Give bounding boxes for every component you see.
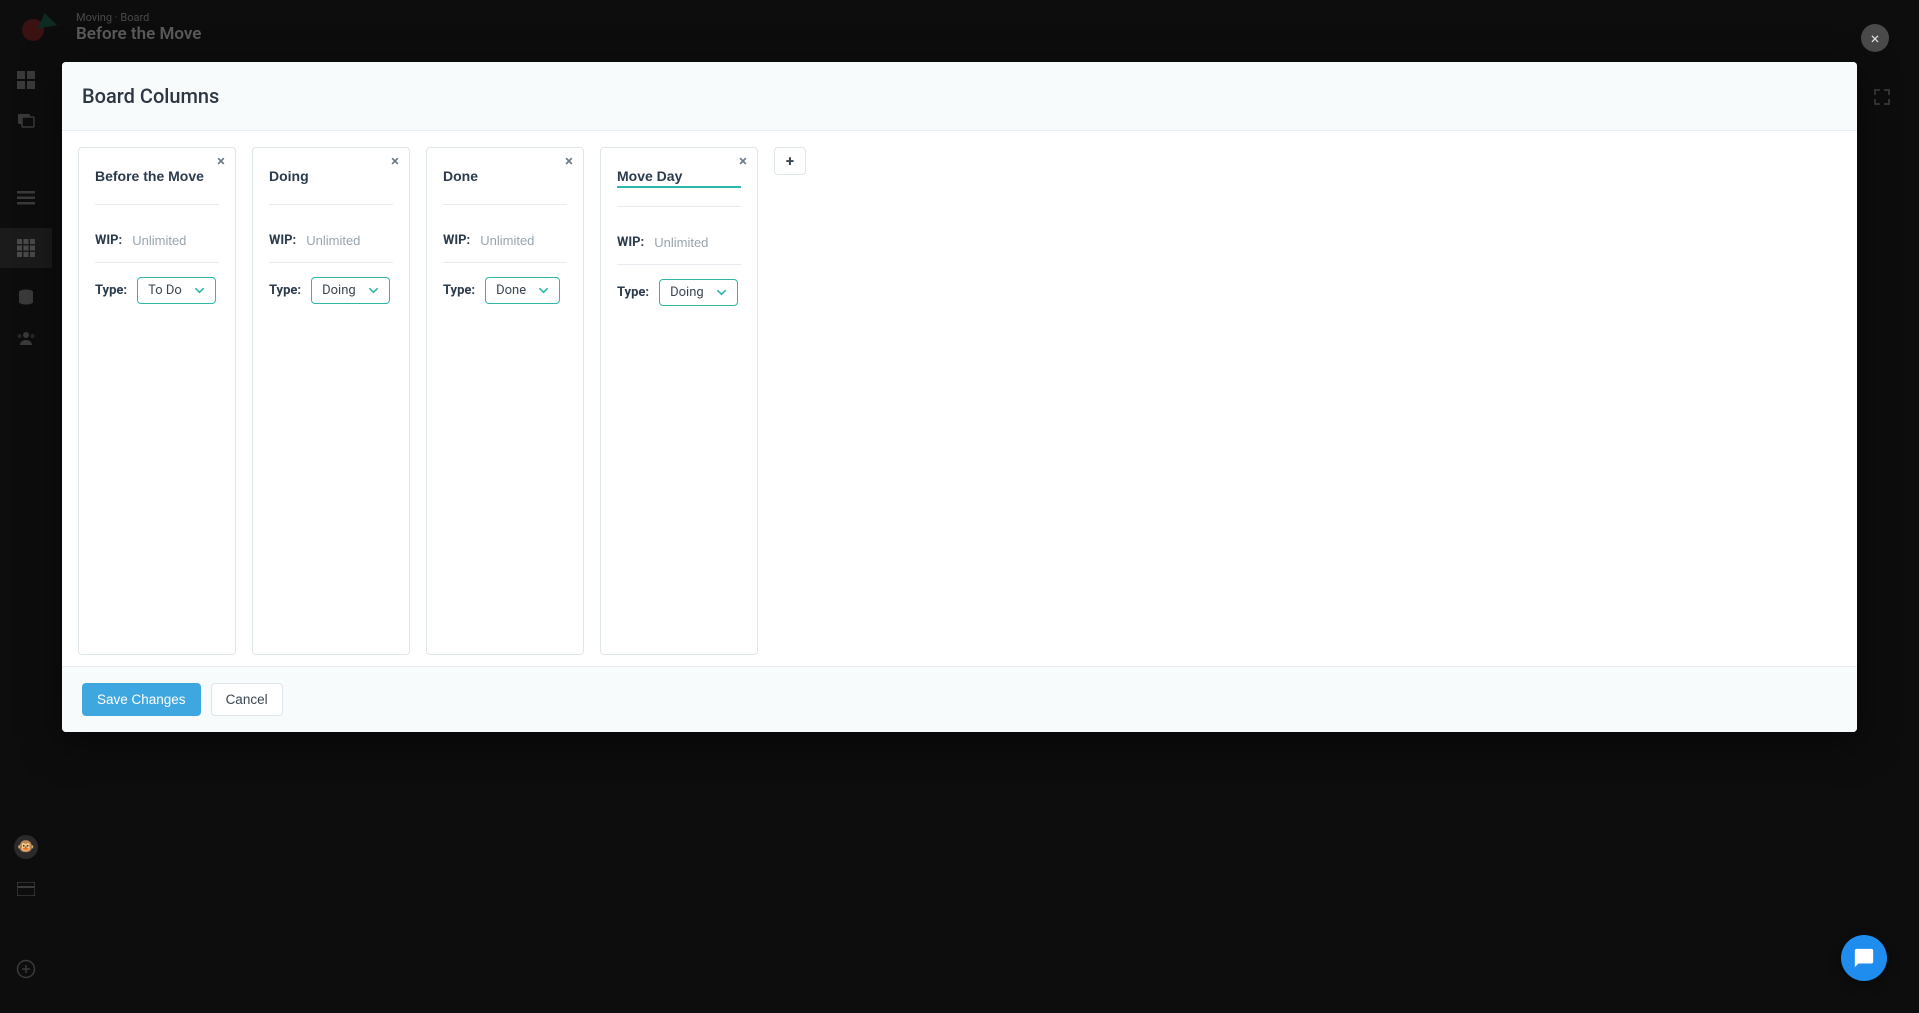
type-label: Type: bbox=[617, 285, 649, 300]
type-label: Type: bbox=[95, 283, 127, 298]
wip-label: WIP: bbox=[443, 233, 470, 248]
column-wip-input[interactable] bbox=[306, 233, 376, 248]
chevron-down-icon bbox=[716, 287, 727, 298]
column-card: × WIP: Type: Doing bbox=[600, 147, 758, 655]
type-label: Type: bbox=[269, 283, 301, 298]
column-name-input[interactable] bbox=[617, 164, 741, 188]
wip-label: WIP: bbox=[95, 233, 122, 248]
modal-overlay: × Board Columns × WIP: Type: To Do × bbox=[0, 0, 1919, 1013]
chevron-down-icon bbox=[194, 285, 205, 296]
column-wip-row: WIP: bbox=[95, 219, 219, 263]
chevron-down-icon bbox=[538, 285, 549, 296]
column-title-wrap bbox=[95, 164, 219, 205]
board-columns-modal: Board Columns × WIP: Type: To Do × WIP: bbox=[62, 62, 1857, 732]
column-type-row: Type: Doing bbox=[269, 263, 393, 318]
column-type-select[interactable]: Doing bbox=[311, 277, 390, 304]
column-type-value: Done bbox=[496, 283, 526, 298]
column-title-wrap bbox=[269, 164, 393, 205]
modal-title: Board Columns bbox=[82, 84, 1837, 108]
chat-icon bbox=[1853, 947, 1875, 969]
column-type-select[interactable]: Done bbox=[485, 277, 560, 304]
column-name-input[interactable] bbox=[443, 164, 567, 186]
chevron-down-icon bbox=[368, 285, 379, 296]
column-wip-input[interactable] bbox=[132, 233, 202, 248]
modal-body: × WIP: Type: To Do × WIP: Type: Doing bbox=[62, 131, 1857, 666]
column-title-wrap bbox=[617, 164, 741, 207]
column-card: × WIP: Type: Doing bbox=[252, 147, 410, 655]
modal-close-button[interactable]: × bbox=[1861, 24, 1889, 52]
column-type-value: To Do bbox=[148, 283, 182, 298]
column-card: × WIP: Type: To Do bbox=[78, 147, 236, 655]
column-type-row: Type: Done bbox=[443, 263, 567, 318]
column-wip-input[interactable] bbox=[480, 233, 550, 248]
column-wip-row: WIP: bbox=[617, 221, 741, 265]
column-type-row: Type: Doing bbox=[617, 265, 741, 320]
chat-fab[interactable] bbox=[1841, 935, 1887, 981]
wip-label: WIP: bbox=[617, 235, 644, 250]
column-type-select[interactable]: To Do bbox=[137, 277, 216, 304]
column-wip-input[interactable] bbox=[654, 235, 724, 250]
column-name-input[interactable] bbox=[269, 164, 393, 186]
save-button[interactable]: Save Changes bbox=[82, 683, 201, 716]
column-wip-row: WIP: bbox=[443, 219, 567, 263]
type-label: Type: bbox=[443, 283, 475, 298]
close-icon: × bbox=[1871, 29, 1880, 48]
column-type-value: Doing bbox=[670, 285, 704, 300]
column-wip-row: WIP: bbox=[269, 219, 393, 263]
column-remove-button[interactable]: × bbox=[565, 154, 573, 169]
column-type-select[interactable]: Doing bbox=[659, 279, 738, 306]
column-name-input[interactable] bbox=[95, 164, 219, 186]
modal-header: Board Columns bbox=[62, 62, 1857, 131]
modal-footer: Save Changes Cancel bbox=[62, 666, 1857, 732]
column-card: × WIP: Type: Done bbox=[426, 147, 584, 655]
cancel-button[interactable]: Cancel bbox=[211, 683, 283, 716]
column-remove-button[interactable]: × bbox=[739, 154, 747, 169]
column-remove-button[interactable]: × bbox=[391, 154, 399, 169]
plus-icon: + bbox=[786, 152, 794, 170]
column-type-row: Type: To Do bbox=[95, 263, 219, 318]
column-title-wrap bbox=[443, 164, 567, 205]
add-column-button[interactable]: + bbox=[774, 147, 806, 175]
column-remove-button[interactable]: × bbox=[217, 154, 225, 169]
wip-label: WIP: bbox=[269, 233, 296, 248]
column-type-value: Doing bbox=[322, 283, 356, 298]
